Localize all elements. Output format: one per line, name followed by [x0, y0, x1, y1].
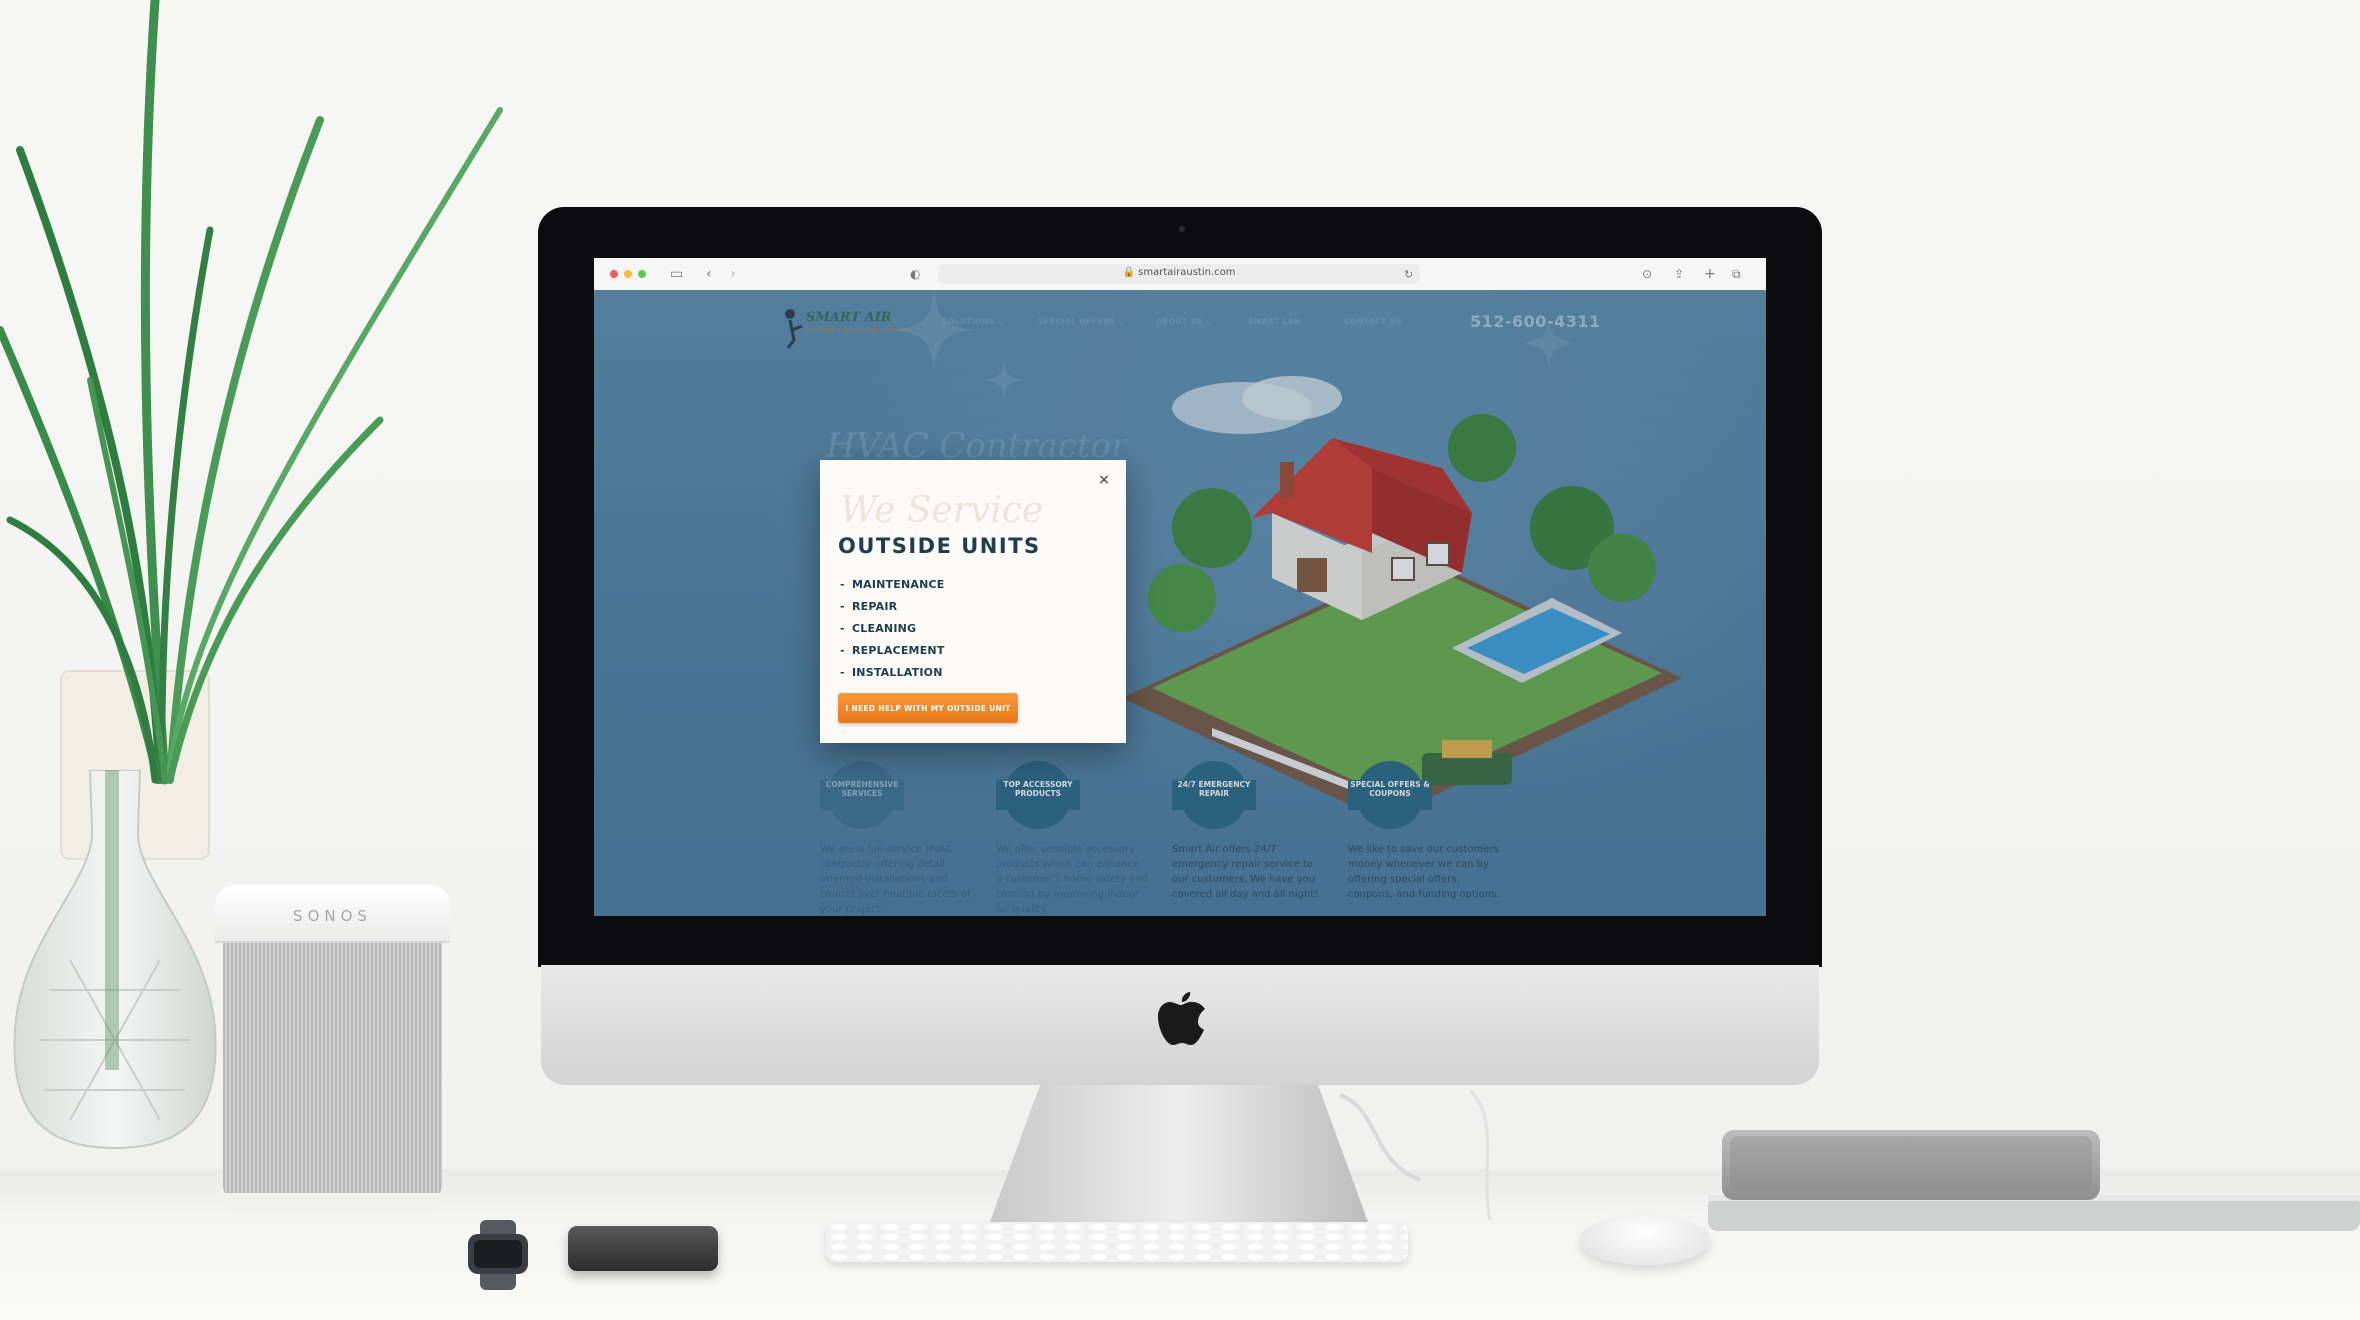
plant-leaves: [0, 0, 503, 785]
url-value: smartairaustin.com: [1138, 267, 1236, 278]
apple-logo-icon: [1158, 992, 1205, 1045]
magic-keyboard: [826, 1222, 1408, 1262]
smart-watch: [468, 1220, 528, 1290]
maximize-window-button[interactable]: [638, 270, 646, 278]
share-icon[interactable]: ⇪: [1674, 265, 1684, 283]
outside-unit-help-button[interactable]: I NEED HELP WITH MY OUTSIDE UNIT: [838, 693, 1018, 723]
magic-mouse: [1580, 1215, 1710, 1265]
service-item-label: MAINTENANCE: [852, 578, 945, 591]
sonos-speaker: SONOS: [215, 885, 450, 1215]
service-item-label: REPLACEMENT: [852, 644, 945, 657]
service-list: - MAINTENANCE - REPAIR - CLEANING - REPLACEM…: [840, 574, 945, 684]
sidebar-toggle-icon[interactable]: ▭: [670, 265, 683, 283]
close-icon[interactable]: ×: [1094, 470, 1114, 490]
browser-window: ▭ ‹ › ◐ 🔒 smartairaustin.com ↻ ⊙ ⇪ + ⧉ S…: [594, 258, 1766, 916]
browser-toolbar: ▭ ‹ › ◐ 🔒 smartairaustin.com ↻ ⊙ ⇪ + ⧉: [594, 258, 1766, 291]
speaker-base: [219, 1193, 446, 1213]
imac-camera: [1179, 226, 1185, 232]
download-icon[interactable]: ⊙: [1642, 265, 1652, 283]
list-item: - REPLACEMENT: [840, 644, 945, 657]
close-window-button[interactable]: [610, 270, 618, 278]
forward-arrow-icon[interactable]: ›: [730, 265, 736, 283]
modal-title: OUTSIDE UNITS: [838, 534, 1041, 558]
smartphone: [568, 1226, 718, 1271]
back-arrow-icon[interactable]: ‹: [706, 265, 712, 283]
minimize-window-button[interactable]: [624, 270, 632, 278]
list-item: - MAINTENANCE: [840, 578, 945, 591]
list-item: - INSTALLATION: [840, 666, 943, 679]
reload-icon[interactable]: ↻: [1404, 266, 1413, 284]
service-item-label: CLEANING: [852, 622, 917, 635]
tablet-screen: [1730, 1136, 2092, 1190]
privacy-shield-icon[interactable]: ◐: [910, 265, 920, 283]
outside-units-modal: × We Service OUTSIDE UNITS - MAINTENANCE …: [820, 460, 1126, 743]
service-item-label: REPAIR: [852, 600, 898, 613]
modal-backdrop[interactable]: [594, 290, 1766, 916]
service-item-label: INSTALLATION: [852, 666, 943, 679]
list-item: - CLEANING: [840, 622, 917, 635]
speaker-logo: SONOS: [293, 907, 372, 925]
new-tab-icon[interactable]: +: [1704, 265, 1716, 283]
speaker-grill: [223, 941, 442, 1203]
tablet-device: [1722, 1130, 2100, 1200]
website-page: SMART AIR HEATING & AIR CONDITIONING SOL…: [594, 290, 1766, 916]
address-bar[interactable]: 🔒 smartairaustin.com ↻: [938, 264, 1420, 284]
tab-overview-icon[interactable]: ⧉: [1732, 265, 1741, 283]
glass-vase: [13, 770, 217, 1150]
modal-script-heading: We Service: [840, 490, 1044, 531]
list-item: - REPAIR: [840, 600, 898, 613]
url-text: 🔒 smartairaustin.com: [1122, 267, 1236, 278]
